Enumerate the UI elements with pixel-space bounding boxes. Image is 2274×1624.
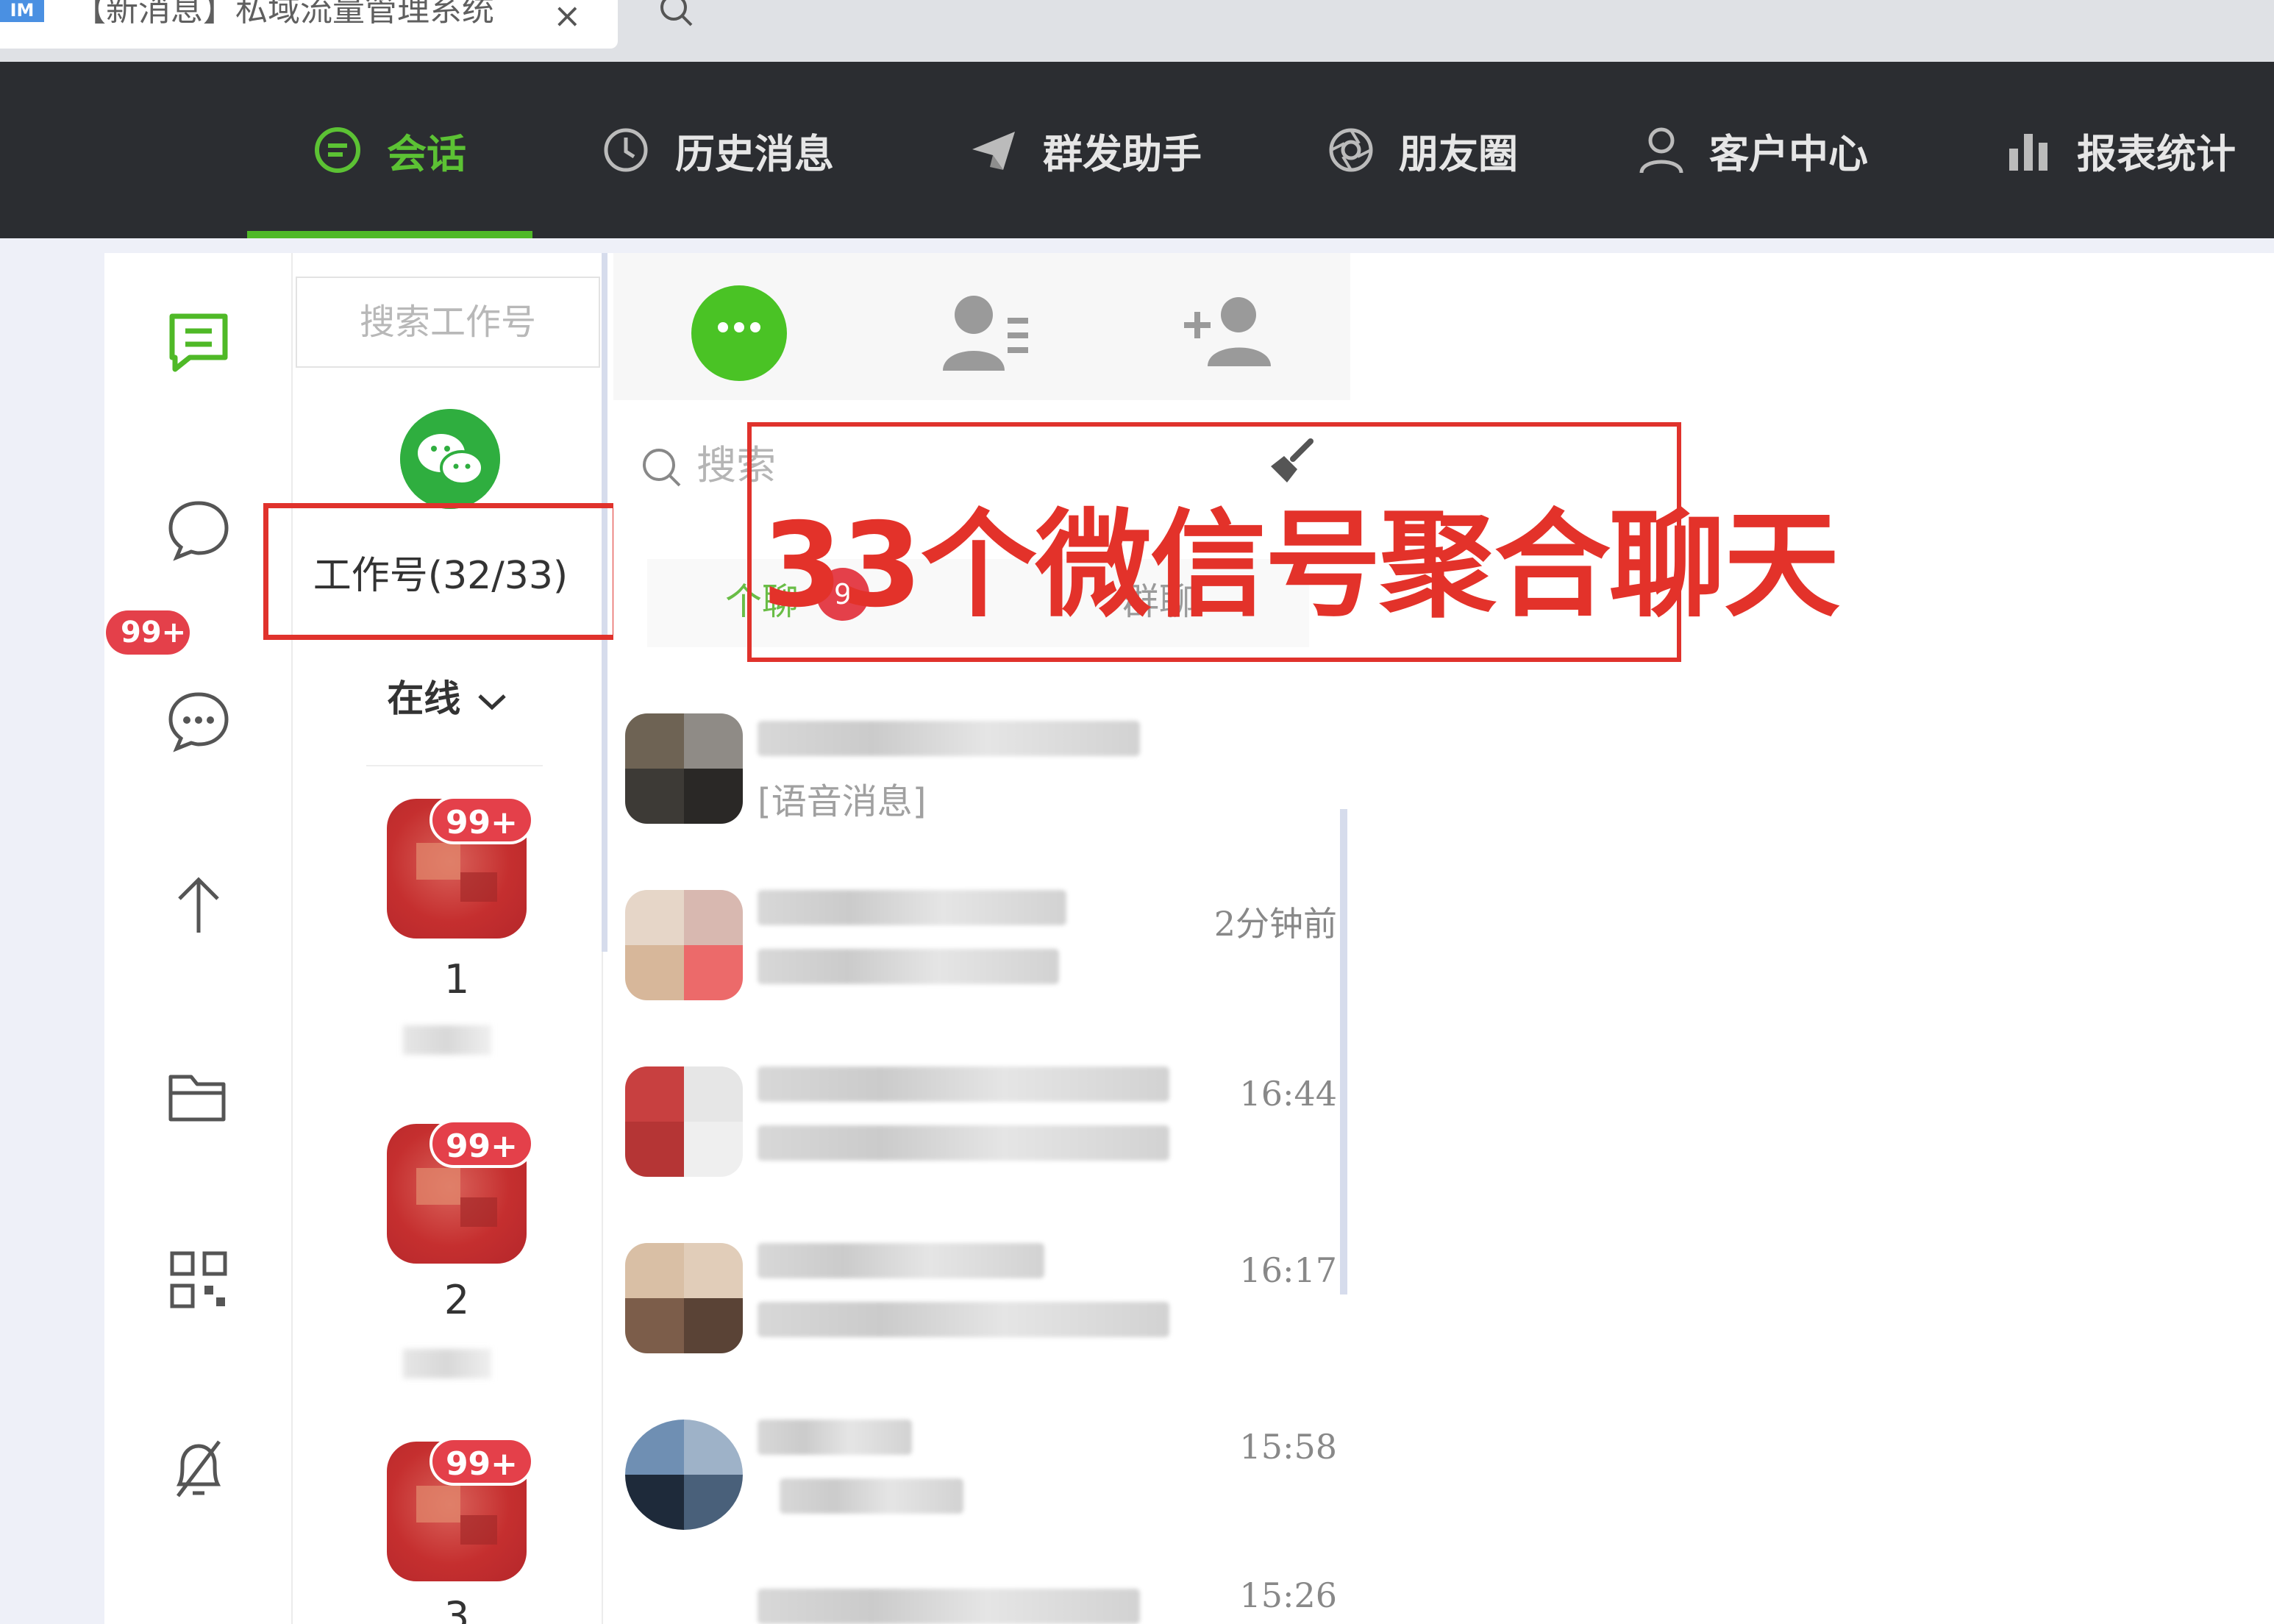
chat-bubble-icon[interactable] bbox=[165, 496, 232, 563]
account-name-blurred bbox=[403, 1025, 491, 1055]
left-icon-rail bbox=[104, 253, 293, 1624]
qr-code-icon[interactable] bbox=[165, 1246, 232, 1314]
nav-item-moments[interactable]: 朋友圈 bbox=[1328, 62, 1518, 238]
list-item[interactable]: 2分钟前 bbox=[613, 868, 1350, 1044]
message-preview-blurred bbox=[758, 949, 1059, 984]
chat-icon bbox=[315, 127, 360, 173]
list-item[interactable]: 16:44 bbox=[613, 1044, 1350, 1221]
account-index: 1 bbox=[443, 956, 470, 1002]
timestamp: 15:58 bbox=[1239, 1427, 1337, 1467]
annotation-box bbox=[263, 503, 618, 640]
browser-tab-strip: IM 【新消息】私域流量管理系统 × bbox=[0, 0, 2274, 62]
nav-item-history[interactable]: 历史消息 bbox=[602, 62, 834, 238]
nav-item-conversations[interactable]: 会话 bbox=[313, 62, 466, 238]
contact-name-blurred bbox=[758, 1066, 1169, 1102]
avatar bbox=[625, 1066, 743, 1177]
contacts-icon[interactable] bbox=[938, 285, 1034, 381]
nav-label: 群发助手 bbox=[1043, 130, 1202, 177]
clock-icon bbox=[604, 128, 648, 172]
message-preview-blurred bbox=[758, 1302, 1169, 1337]
message-preview-blurred bbox=[780, 1478, 963, 1514]
bar-chart-icon bbox=[2009, 134, 2047, 171]
account-index: 3 bbox=[443, 1593, 470, 1624]
nav-item-broadcast[interactable]: 群发助手 bbox=[969, 62, 1202, 238]
contact-name-blurred bbox=[758, 721, 1140, 756]
nav-label: 客户中心 bbox=[1709, 130, 1868, 177]
timestamp: 16:44 bbox=[1239, 1074, 1337, 1114]
chat-list-tab[interactable] bbox=[691, 285, 787, 381]
list-item[interactable]: 15:26 bbox=[613, 1574, 1350, 1624]
user-icon bbox=[1639, 127, 1683, 174]
status-filter-dropdown[interactable]: 在线 bbox=[294, 662, 603, 736]
account-search-input[interactable]: 搜索工作号 bbox=[296, 277, 600, 368]
timestamp: 16:17 bbox=[1239, 1250, 1337, 1290]
last-message: [语音消息] bbox=[758, 781, 927, 822]
timestamp: 15:26 bbox=[1239, 1575, 1337, 1615]
top-navbar: 会话 历史消息 群发助手 朋友圈 客户中心 报表统计 bbox=[0, 62, 2274, 238]
divider bbox=[366, 765, 543, 766]
contact-name-blurred bbox=[758, 1420, 912, 1455]
contact-name-blurred bbox=[758, 1243, 1044, 1278]
nav-label: 朋友圈 bbox=[1399, 130, 1518, 177]
status-filter-label: 在线 bbox=[387, 677, 461, 720]
unread-badge: 99+ bbox=[430, 1119, 534, 1168]
favicon-icon: IM bbox=[0, 0, 44, 22]
message-preview-blurred bbox=[758, 1125, 1169, 1161]
active-tab-underline bbox=[247, 231, 532, 238]
browser-tab[interactable]: IM 【新消息】私域流量管理系统 × bbox=[0, 0, 618, 49]
avatar bbox=[625, 1420, 743, 1530]
broom-icon[interactable] bbox=[1266, 434, 1319, 487]
scrollbar[interactable] bbox=[1340, 809, 1347, 1294]
avatar bbox=[625, 713, 743, 824]
bell-off-icon[interactable] bbox=[165, 1434, 232, 1502]
chat-dots-icon[interactable] bbox=[165, 687, 232, 755]
tab-title: 【新消息】私域流量管理系统 bbox=[74, 0, 494, 29]
list-item[interactable]: [语音消息] bbox=[613, 691, 1350, 868]
account-name-blurred bbox=[403, 1349, 491, 1378]
nav-item-customers[interactable]: 客户中心 bbox=[1639, 62, 1868, 238]
arrow-up-icon[interactable] bbox=[165, 871, 232, 939]
message-square-icon[interactable] bbox=[165, 309, 232, 377]
nav-item-reports[interactable]: 报表统计 bbox=[2008, 62, 2236, 238]
tab-close-icon[interactable]: × bbox=[553, 0, 582, 35]
account-index: 2 bbox=[443, 1277, 470, 1323]
contact-name-blurred bbox=[758, 1589, 1140, 1624]
aperture-icon bbox=[1329, 128, 1373, 172]
nav-label: 会话 bbox=[387, 130, 466, 177]
contact-name-blurred bbox=[758, 890, 1066, 925]
paper-plane-icon bbox=[972, 132, 1015, 170]
chevron-down-icon bbox=[477, 694, 506, 710]
avatar bbox=[625, 1243, 743, 1353]
list-item[interactable]: 15:58 bbox=[613, 1397, 1350, 1574]
unread-badge: 99+ bbox=[430, 796, 534, 844]
list-item[interactable]: 16:17 bbox=[613, 1221, 1350, 1397]
avatar bbox=[625, 890, 743, 1000]
add-friend-icon[interactable] bbox=[1180, 290, 1275, 378]
folder-icon[interactable] bbox=[165, 1062, 232, 1130]
annotation-caption: 33个微信号聚合聊天 bbox=[762, 498, 1840, 633]
nav-label: 历史消息 bbox=[675, 130, 834, 177]
search-icon bbox=[643, 449, 681, 487]
search-icon[interactable] bbox=[655, 0, 699, 37]
unread-badge: 99+ bbox=[106, 610, 190, 655]
unread-badge: 99+ bbox=[430, 1437, 534, 1486]
wechat-icon bbox=[400, 409, 500, 509]
nav-label: 报表统计 bbox=[2077, 130, 2236, 177]
timestamp: 2分钟前 bbox=[1213, 904, 1337, 944]
